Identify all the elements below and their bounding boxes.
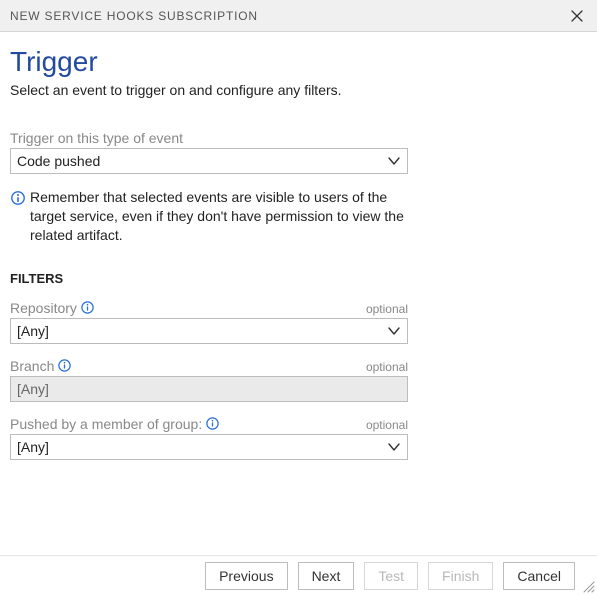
pushed-by-value: [Any]: [17, 439, 49, 455]
close-icon: [570, 9, 584, 23]
dialog-content: Trigger Select an event to trigger on an…: [0, 32, 597, 470]
cancel-button[interactable]: Cancel: [503, 562, 575, 590]
event-type-field: Code pushed: [10, 148, 408, 174]
repository-field: [Any]: [10, 318, 408, 344]
previous-button[interactable]: Previous: [205, 562, 287, 590]
dialog-titlebar: NEW SERVICE HOOKS SUBSCRIPTION: [0, 0, 597, 32]
chevron-down-icon: [387, 440, 401, 454]
pushed-by-help-icon[interactable]: [205, 416, 220, 431]
close-button[interactable]: [567, 6, 587, 26]
chevron-down-icon: [387, 154, 401, 168]
page-description: Select an event to trigger on and config…: [10, 82, 587, 98]
repository-value: [Any]: [17, 323, 49, 339]
visibility-note-text: Remember that selected events are visibl…: [30, 188, 408, 245]
repository-help-icon[interactable]: [80, 300, 95, 315]
info-icon: [10, 190, 26, 206]
next-button[interactable]: Next: [298, 562, 355, 590]
repository-label-text: Repository: [10, 300, 77, 316]
pushed-by-field: [Any]: [10, 434, 408, 460]
pushed-by-label: Pushed by a member of group:: [10, 416, 220, 432]
dialog-footer: Previous Next Test Finish Cancel: [0, 555, 597, 595]
test-button: Test: [364, 562, 418, 590]
branch-help-icon[interactable]: [57, 358, 72, 373]
pushed-by-select[interactable]: [Any]: [10, 434, 408, 460]
branch-value: [Any]: [17, 381, 49, 397]
event-type-label: Trigger on this type of event: [10, 130, 587, 146]
branch-optional: optional: [366, 360, 408, 374]
pushed-by-optional: optional: [366, 418, 408, 432]
branch-label: Branch: [10, 358, 72, 374]
dialog-title: NEW SERVICE HOOKS SUBSCRIPTION: [10, 9, 567, 23]
visibility-note: Remember that selected events are visibl…: [10, 188, 408, 245]
pushed-by-label-text: Pushed by a member of group:: [10, 416, 202, 432]
filters-heading: FILTERS: [10, 271, 587, 286]
event-type-value: Code pushed: [17, 153, 100, 169]
branch-select: [Any]: [10, 376, 408, 402]
repository-optional: optional: [366, 302, 408, 316]
repository-label: Repository: [10, 300, 95, 316]
finish-button: Finish: [428, 562, 493, 590]
chevron-down-icon: [387, 324, 401, 338]
page-title: Trigger: [10, 46, 587, 78]
branch-field: [Any]: [10, 376, 408, 402]
branch-label-text: Branch: [10, 358, 54, 374]
event-type-select[interactable]: Code pushed: [10, 148, 408, 174]
repository-select[interactable]: [Any]: [10, 318, 408, 344]
